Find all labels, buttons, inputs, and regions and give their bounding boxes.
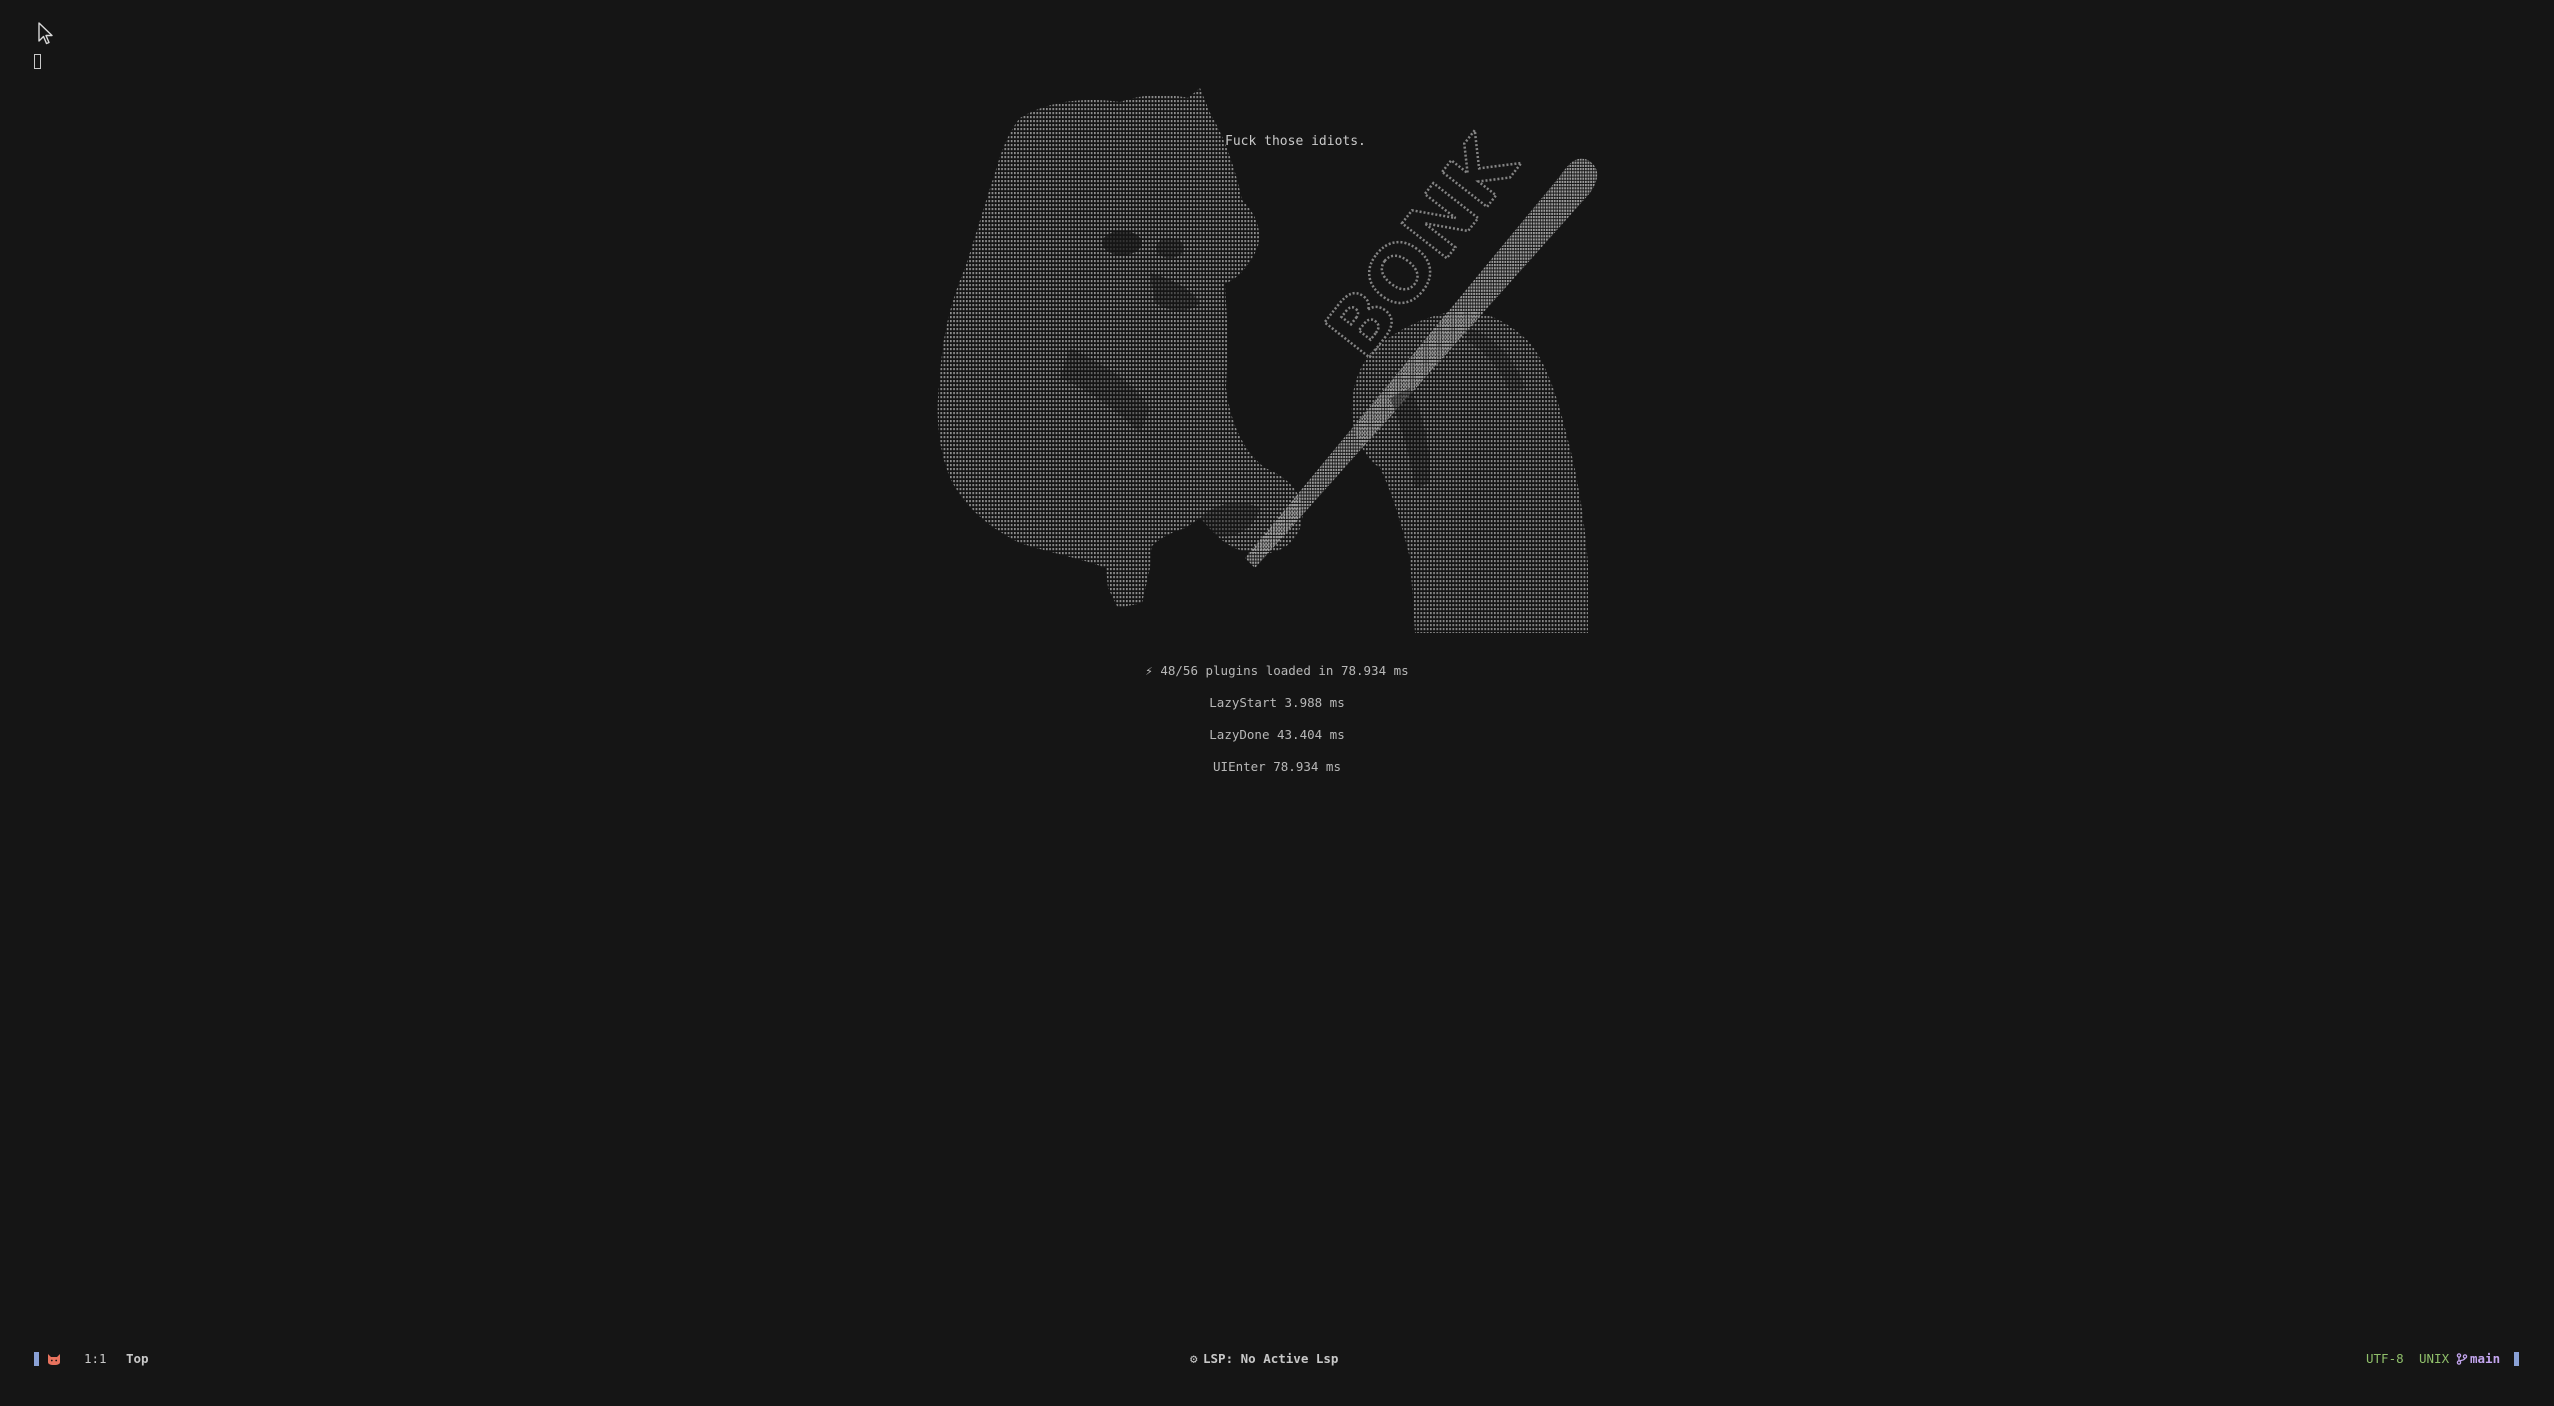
- git-branch: main: [2470, 1351, 2501, 1366]
- terminal-screen: Fuck those idiots. BONK ⚡ 48/56 plugins …: [0, 0, 2554, 1406]
- statusline: 1:1 Top ⚙ LSP: No Active Lsp UTF-8 UNIX …: [0, 1348, 2554, 1370]
- file-format: UNIX: [2419, 1351, 2450, 1366]
- git-branch-icon: [2456, 1353, 2468, 1365]
- mouse-pointer-icon: [38, 22, 53, 45]
- statusline-right-bar: [2514, 1352, 2519, 1366]
- statusline-left-bar: [34, 1352, 39, 1366]
- startup-stats: ⚡ 48/56 plugins loaded in 78.934 ms Lazy…: [1077, 662, 1477, 790]
- plugins-loaded-line: ⚡ 48/56 plugins loaded in 78.934 ms: [1077, 662, 1477, 694]
- bonk-ascii-art: BONK: [937, 88, 1598, 633]
- gears-icon: ⚙: [1190, 1351, 1198, 1366]
- scroll-position: Top: [126, 1351, 149, 1366]
- file-encoding: UTF-8: [2366, 1351, 2404, 1366]
- text-cursor: [34, 54, 41, 69]
- cursor-position: 1:1: [84, 1351, 107, 1366]
- lightning-bolt-icon: ⚡: [1145, 663, 1153, 678]
- plugins-loaded-text: 48/56 plugins loaded in 78.934 ms: [1160, 663, 1409, 678]
- lsp-status: LSP: No Active Lsp: [1203, 1351, 1339, 1366]
- ui-enter-line: UIEnter 78.934 ms: [1213, 759, 1341, 774]
- lazy-start-line: LazyStart 3.988 ms: [1209, 695, 1345, 710]
- lazy-done-line: LazyDone 43.404 ms: [1209, 727, 1345, 742]
- cat-face-icon: [48, 1354, 60, 1365]
- doge-body: [937, 88, 1303, 608]
